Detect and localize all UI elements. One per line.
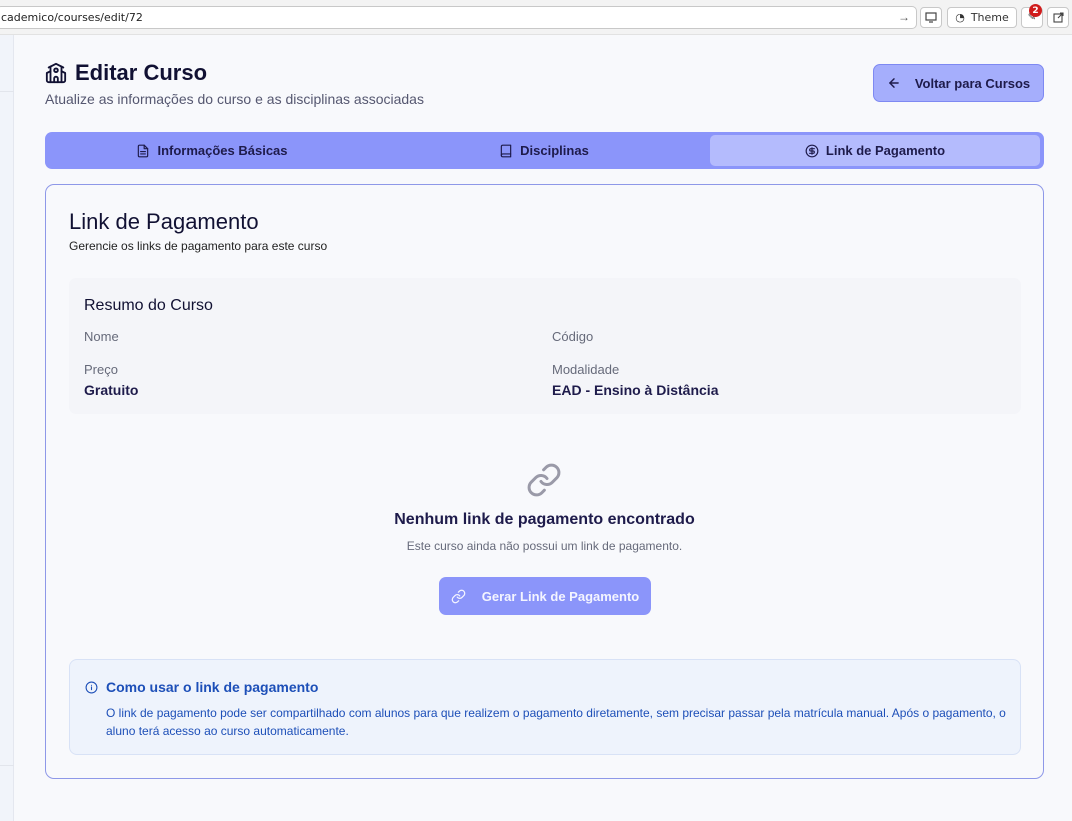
- browser-toolbar: cademico/courses/edit/72 → ◔ Theme ✎ 2: [0, 0, 1072, 35]
- screen-icon[interactable]: [920, 7, 942, 28]
- price-value: Gratuito: [84, 382, 139, 398]
- empty-state-title: Nenhum link de pagamento encontrado: [394, 511, 695, 528]
- extensions-button[interactable]: ✎ 2: [1021, 4, 1043, 28]
- go-arrow-icon[interactable]: →: [898, 10, 910, 24]
- sidebar-edge: [0, 35, 14, 821]
- payment-link-card: Link de Pagamento Gerencie os links de p…: [45, 184, 1044, 779]
- theme-label: Theme: [970, 11, 1009, 24]
- document-icon: [138, 144, 149, 157]
- generate-payment-link-button[interactable]: Gerar Link de Pagamento: [439, 577, 651, 615]
- info-icon: [85, 681, 98, 694]
- generate-button-label: Gerar Link de Pagamento: [481, 588, 640, 604]
- url-text: cademico/courses/edit/72: [1, 11, 143, 24]
- external-link-icon[interactable]: [1047, 7, 1069, 28]
- tab-disciplines[interactable]: Disciplinas: [379, 135, 709, 166]
- back-button-label: Voltar para Cursos: [914, 75, 1031, 91]
- empty-state-subtitle: Este curso ainda não possui um link de p…: [406, 539, 683, 553]
- link-icon: [451, 589, 466, 603]
- divider: [0, 765, 14, 766]
- info-title: Como usar o link de pagamento: [106, 679, 319, 695]
- name-label: Nome: [84, 329, 119, 344]
- tab-label: Link de Pagamento: [825, 143, 946, 158]
- divider: [0, 91, 14, 92]
- info-box: Como usar o link de pagamento O link de …: [69, 659, 1021, 755]
- page-subtitle: Atualize as informações do curso e as di…: [45, 91, 424, 107]
- tab-label: Disciplinas: [520, 143, 589, 158]
- card-title: Link de Pagamento: [69, 209, 259, 234]
- modality-value: EAD - Ensino à Distância: [552, 382, 719, 398]
- tab-payment-link[interactable]: Link de Pagamento: [710, 135, 1040, 166]
- code-label: Código: [552, 329, 594, 344]
- link-icon: [527, 463, 561, 497]
- info-text: O link de pagamento pode ser compartilha…: [106, 706, 1006, 738]
- palette-icon: ◔: [955, 11, 965, 24]
- tab-basic-info[interactable]: Informações Básicas: [48, 135, 376, 166]
- summary-title: Resumo do Curso: [84, 297, 213, 314]
- back-to-courses-button[interactable]: Voltar para Cursos: [873, 64, 1044, 102]
- course-summary: Resumo do Curso Nome Código Preço Gratui…: [69, 278, 1021, 414]
- card-subtitle: Gerencie os links de pagamento para este…: [69, 239, 328, 253]
- school-icon: [45, 62, 67, 84]
- page-title: Editar Curso: [45, 60, 207, 86]
- address-bar[interactable]: cademico/courses/edit/72 →: [0, 6, 917, 29]
- theme-button[interactable]: ◔ Theme: [947, 7, 1017, 28]
- dollar-circle-icon: [805, 144, 819, 157]
- notification-badge: 2: [1029, 4, 1042, 17]
- tab-label: Informações Básicas: [157, 143, 288, 158]
- tab-bar: Informações Básicas Disciplinas Link de …: [45, 132, 1044, 169]
- book-icon: [500, 144, 512, 157]
- arrow-left-icon: [889, 78, 899, 88]
- modality-label: Modalidade: [552, 362, 620, 377]
- page-heading: Editar Curso: [75, 60, 208, 85]
- price-label: Preço: [84, 362, 118, 377]
